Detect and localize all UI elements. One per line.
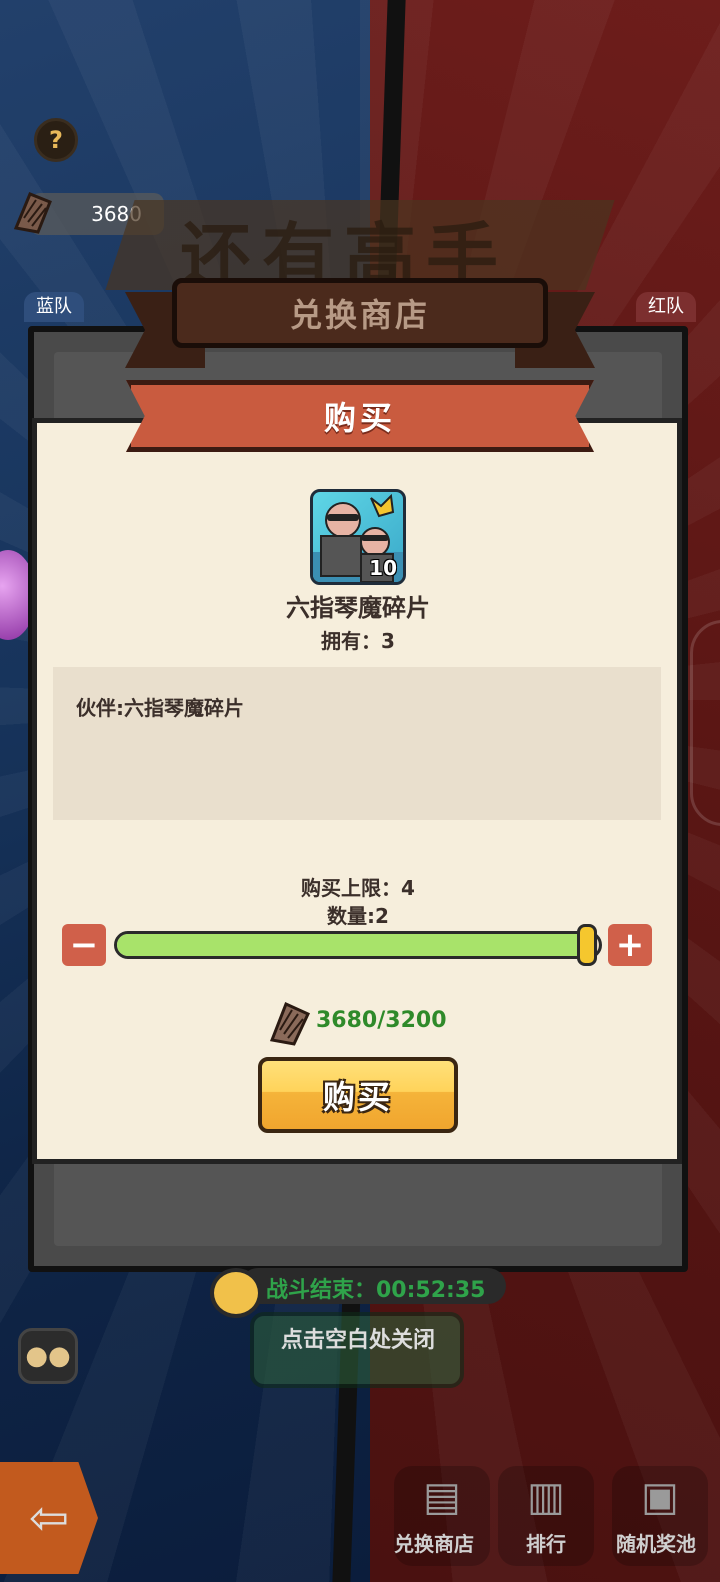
buy-button-label: 购买	[322, 1078, 393, 1116]
decorative-swirl	[690, 620, 720, 826]
purchase-limit: 购买上限：4	[301, 876, 415, 900]
item-name: 六指琴魔碎片	[286, 594, 430, 622]
battle-end-timer: 战斗结束：00:52:35	[266, 1278, 486, 1303]
blue-team-tag: 蓝队	[24, 292, 84, 322]
cost-value: 3680/3200	[316, 1008, 447, 1033]
fan-currency-icon	[269, 1001, 310, 1046]
description-box	[53, 667, 661, 820]
minus-icon: −	[69, 925, 99, 965]
item-portrait: 10	[310, 489, 406, 585]
tab-exchange-shop-label: 兑换商店	[394, 1532, 474, 1556]
tab-ranking-label: 排行	[526, 1532, 566, 1556]
ranking-icon: ▥	[527, 1474, 565, 1520]
tab-random-pool-label: 随机奖池	[616, 1532, 696, 1556]
back-button[interactable]: ⇦	[0, 1462, 98, 1574]
quantity-slider[interactable]	[114, 931, 602, 959]
exchange-shop-header: 兑换商店	[172, 278, 548, 348]
decrease-button[interactable]: −	[62, 924, 106, 966]
help-button[interactable]: ?	[34, 118, 78, 162]
quantity-label: 数量:2	[327, 904, 389, 928]
buy-button[interactable]: 购买	[258, 1057, 458, 1133]
red-team-tag: 红队	[636, 292, 696, 322]
purchase-title: 购买	[323, 399, 396, 437]
item-bundle-count: 10	[369, 556, 397, 580]
help-icon: ?	[49, 126, 63, 154]
chat-icon: ●●	[25, 1341, 71, 1371]
owned-count: 拥有：3	[321, 629, 395, 653]
increase-button[interactable]: +	[608, 924, 652, 966]
close-hint[interactable]: 点击空白处关闭	[200, 1322, 516, 1354]
clock-icon	[210, 1268, 262, 1318]
chat-button[interactable]: ●●	[18, 1328, 78, 1384]
gift-icon: ▣	[641, 1474, 679, 1520]
back-arrow-icon: ⇦	[28, 1490, 70, 1546]
fan-currency-icon	[13, 192, 52, 234]
shop-icon: ▤	[423, 1474, 461, 1520]
plus-icon: +	[615, 925, 645, 965]
slider-fill	[117, 934, 585, 956]
exchange-shop-title: 兑换商店	[289, 296, 430, 334]
slider-handle[interactable]	[577, 924, 598, 966]
item-description: 伙伴:六指琴魔碎片	[76, 696, 244, 720]
event-title: 还有高手	[180, 214, 509, 299]
